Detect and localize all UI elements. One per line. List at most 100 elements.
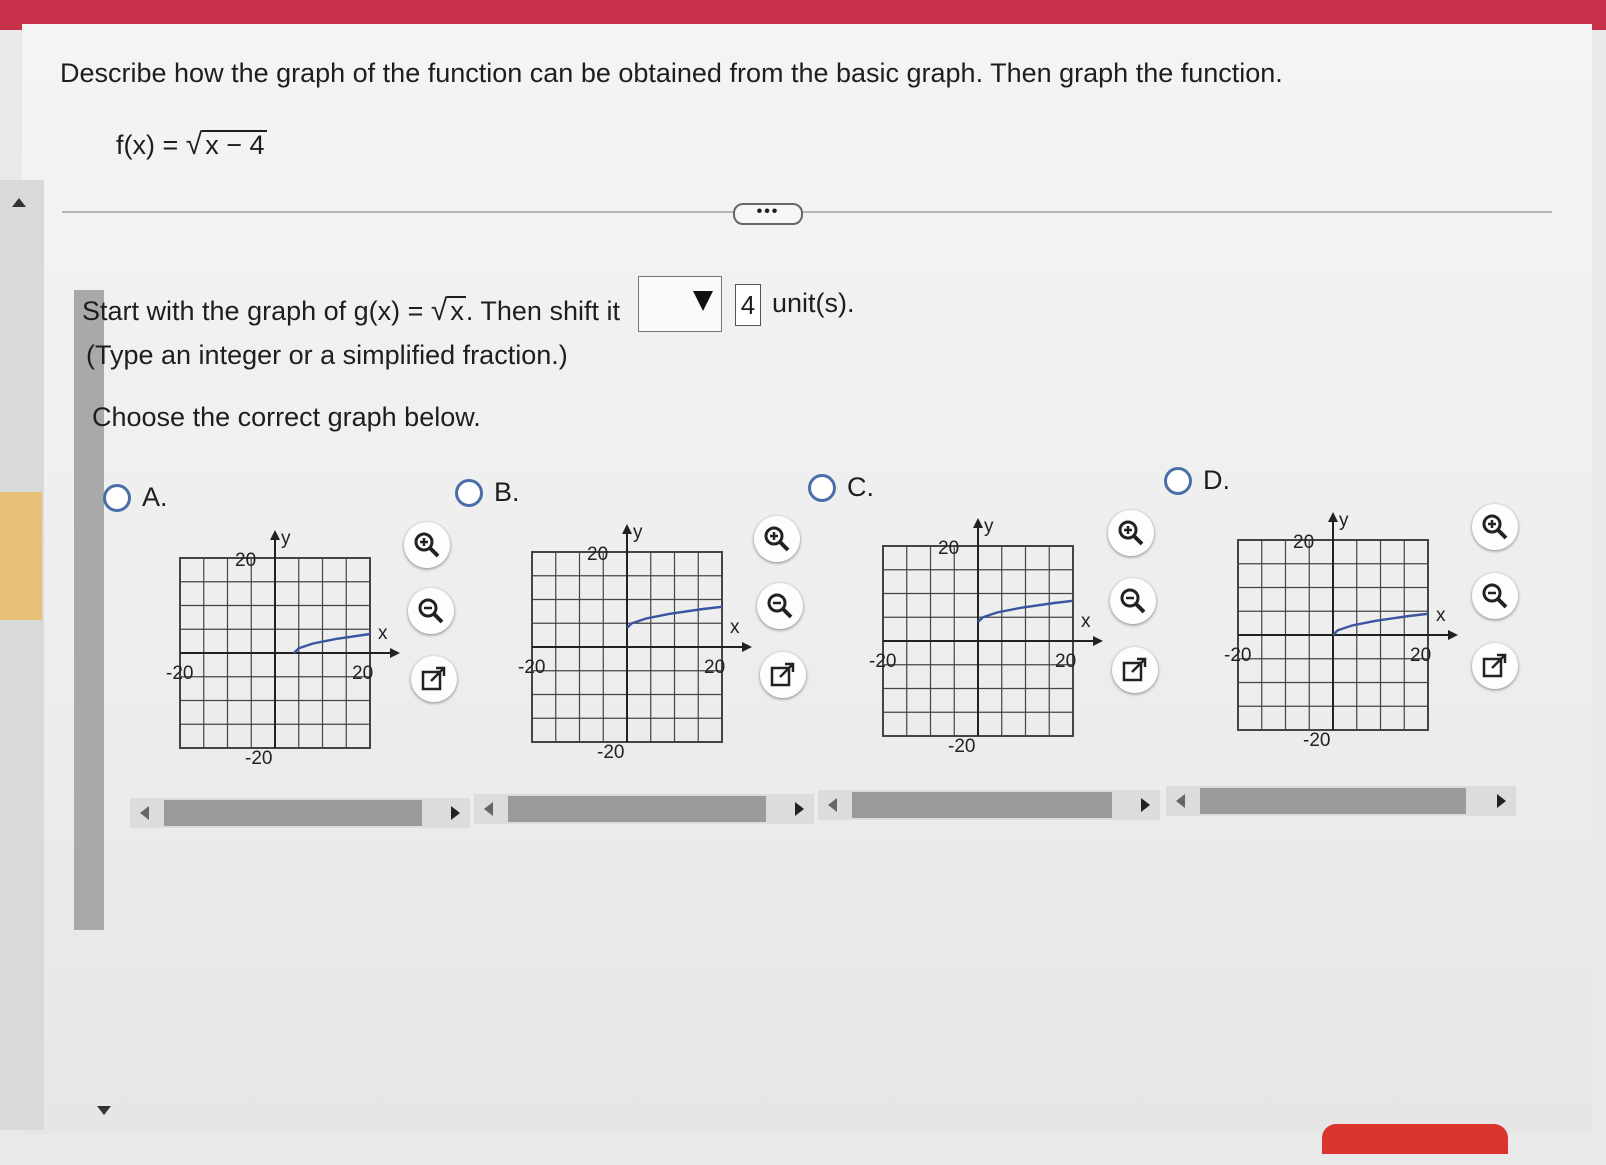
unit-label: unit(s). <box>772 288 855 318</box>
tick-label-x-max: 20 <box>1055 651 1076 672</box>
option-b-label: B. <box>494 477 520 507</box>
zoom-in-button-b[interactable] <box>754 516 800 562</box>
tick-label-x-max: 20 <box>352 663 373 684</box>
expand-more-button[interactable]: ••• <box>733 203 803 225</box>
x-axis-label: x <box>730 617 740 638</box>
scrollbar-thumb[interactable] <box>508 796 766 822</box>
zoom-out-button-c[interactable] <box>1110 578 1156 624</box>
tick-label-y-max: 20 <box>587 544 608 565</box>
zoom-in-button-d[interactable] <box>1472 504 1518 550</box>
radio-option-d[interactable] <box>1164 467 1192 495</box>
function-expression: f(x) = √ x − 4 <box>116 128 267 162</box>
tick-label-y-min: -20 <box>245 748 272 769</box>
shift-amount-input[interactable]: 4 <box>735 284 761 326</box>
zoom-in-icon <box>414 532 440 558</box>
scroll-left-arrow-icon[interactable] <box>484 802 493 816</box>
open-graph-button-d[interactable] <box>1472 643 1518 689</box>
sidebar-highlight <box>0 492 42 620</box>
scroll-left-arrow-icon[interactable] <box>1176 794 1185 808</box>
vertical-scrollbar[interactable] <box>74 290 104 930</box>
graph-option-a: x y 20 -20 -20 20 <box>166 528 400 769</box>
tick-label-y-max: 20 <box>1293 532 1314 553</box>
question-prompt: Describe how the graph of the function c… <box>60 58 1283 88</box>
y-axis-arrow-icon <box>1328 512 1338 522</box>
scroll-right-arrow-icon[interactable] <box>1141 798 1150 812</box>
zoom-out-icon <box>1120 588 1146 614</box>
sqrt-icon: √ <box>185 128 203 161</box>
tick-label-x-min: -20 <box>166 663 193 684</box>
zoom-in-icon <box>1482 514 1508 540</box>
tick-label-y-max: 20 <box>938 538 959 559</box>
function-radicand: x − 4 <box>202 130 267 159</box>
option-c-label: C. <box>847 472 874 502</box>
direction-dropdown[interactable] <box>638 276 722 332</box>
radio-option-a[interactable] <box>103 484 131 512</box>
section-divider <box>62 211 1552 213</box>
y-axis-label: y <box>633 522 643 543</box>
scroll-left-arrow-icon[interactable] <box>140 806 149 820</box>
horizontal-scrollbar-a[interactable] <box>130 798 470 828</box>
tick-label-x-min: -20 <box>869 651 896 672</box>
zoom-out-icon <box>767 593 793 619</box>
scroll-right-arrow-icon[interactable] <box>451 806 460 820</box>
open-graph-button-c[interactable] <box>1112 647 1158 693</box>
dropdown-arrow-icon <box>693 291 713 311</box>
x-axis-label: x <box>378 623 388 644</box>
y-axis-label: y <box>984 516 994 537</box>
zoom-in-icon <box>1118 520 1144 546</box>
y-axis-label: y <box>1339 510 1349 531</box>
scrollbar-thumb[interactable] <box>1200 788 1466 814</box>
x-axis-arrow-icon <box>390 648 400 658</box>
scrollbar-thumb[interactable] <box>852 792 1112 818</box>
zoom-out-button-b[interactable] <box>757 583 803 629</box>
check-answer-button[interactable] <box>1322 1124 1508 1154</box>
tick-label-y-max: 20 <box>235 550 256 571</box>
step-prefix: Start with the graph of g(x) = <box>82 296 431 326</box>
horizontal-scrollbar-c[interactable] <box>818 790 1160 820</box>
option-a-label: A. <box>142 482 168 512</box>
x-axis-label: x <box>1436 605 1446 626</box>
external-link-icon <box>1122 657 1147 682</box>
x-axis-arrow-icon <box>1448 630 1458 640</box>
scroll-left-arrow-icon[interactable] <box>828 798 837 812</box>
graph-option-c: x y 20 -20 -20 20 <box>869 516 1103 757</box>
tick-label-y-min: -20 <box>948 736 975 757</box>
x-axis-arrow-icon <box>742 642 752 652</box>
left-sidebar <box>0 180 44 1130</box>
y-axis-arrow-icon <box>973 518 983 528</box>
open-graph-button-b[interactable] <box>760 652 806 698</box>
scrollbar-thumb[interactable] <box>164 800 422 826</box>
sqrt-icon: √ <box>430 294 448 327</box>
open-graph-button-a[interactable] <box>411 656 457 702</box>
external-link-icon <box>421 666 446 691</box>
tick-label-y-min: -20 <box>1303 730 1330 751</box>
scroll-down-arrow-icon[interactable] <box>97 1106 111 1115</box>
zoom-out-icon <box>1482 583 1508 609</box>
external-link-icon <box>1482 653 1507 678</box>
tick-label-x-max: 20 <box>1410 645 1431 666</box>
step-middle: . Then shift it <box>465 296 620 326</box>
horizontal-scrollbar-d[interactable] <box>1166 786 1516 816</box>
zoom-in-button-c[interactable] <box>1108 510 1154 556</box>
zoom-out-button-d[interactable] <box>1472 573 1518 619</box>
zoom-in-button-a[interactable] <box>404 522 450 568</box>
scroll-up-arrow-icon[interactable] <box>12 198 26 207</box>
scroll-right-arrow-icon[interactable] <box>1497 794 1506 808</box>
horizontal-scrollbar-b[interactable] <box>474 794 814 824</box>
external-link-icon <box>770 662 795 687</box>
zoom-out-icon <box>418 598 444 624</box>
x-axis-label: x <box>1081 611 1091 632</box>
choose-graph-label: Choose the correct graph below. <box>92 402 481 432</box>
y-axis-arrow-icon <box>622 524 632 534</box>
radio-option-b[interactable] <box>455 479 483 507</box>
graph-option-b: x y 20 -20 -20 20 <box>518 522 752 763</box>
tick-label-y-min: -20 <box>597 742 624 763</box>
scroll-right-arrow-icon[interactable] <box>795 802 804 816</box>
y-axis-label: y <box>281 528 291 549</box>
radio-option-c[interactable] <box>808 474 836 502</box>
y-axis-arrow-icon <box>270 530 280 540</box>
zoom-out-button-a[interactable] <box>408 588 454 634</box>
tick-label-x-max: 20 <box>704 657 725 678</box>
function-curve <box>293 632 371 654</box>
tick-label-x-min: -20 <box>518 657 545 678</box>
